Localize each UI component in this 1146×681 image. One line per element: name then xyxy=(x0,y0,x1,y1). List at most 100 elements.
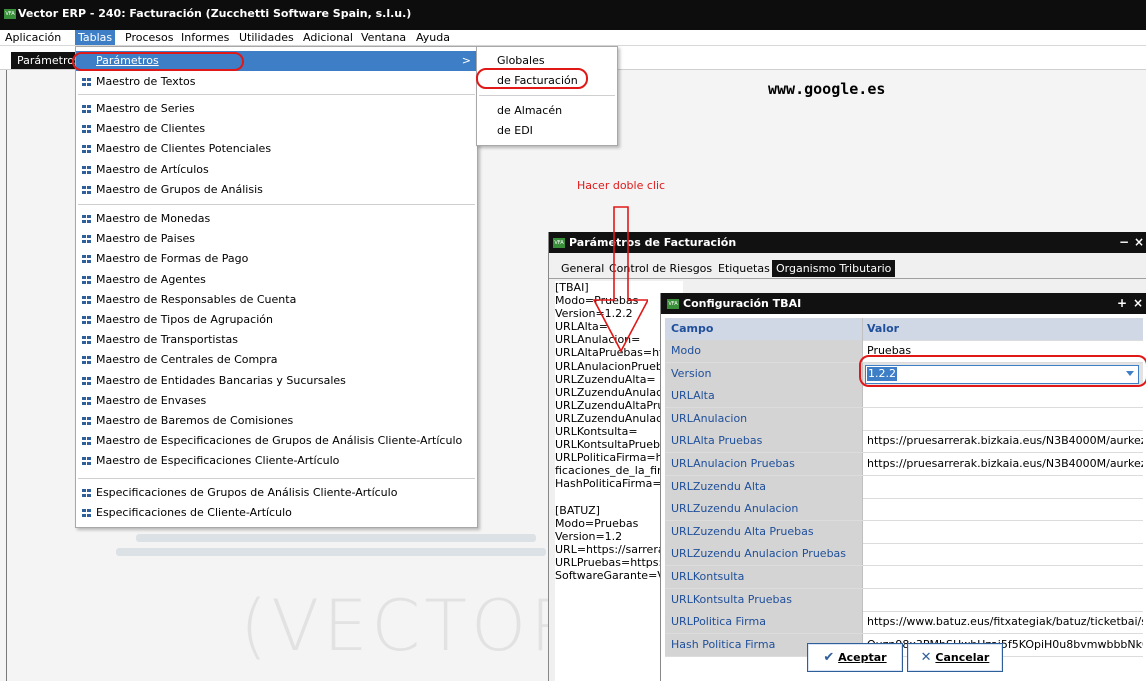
close-icon[interactable]: × xyxy=(1133,296,1143,310)
grid-icon xyxy=(82,145,91,154)
submenu-item-de-edi[interactable]: de EDI xyxy=(477,121,617,141)
menu-adicional[interactable]: Adicional xyxy=(300,30,356,45)
menu-item-maestro-de-especificaciones-cliente-articulo[interactable]: Maestro de Especificaciones Cliente-Artí… xyxy=(76,451,477,471)
accept-button[interactable]: ✔ Aceptar xyxy=(807,643,903,672)
grid-row-urlalta-pruebas[interactable]: URLAlta Pruebas https://pruesarrerak.bizk… xyxy=(665,430,1143,454)
menu-aplicacion[interactable]: Aplicación xyxy=(2,30,64,45)
app-logo-icon: VFA xyxy=(4,9,16,19)
menu-item-maestro-de-agentes[interactable]: Maestro de Agentes xyxy=(76,270,477,290)
valor-cell: Quzn98x3PMbSHwbUzaj5f5KOpiH0u8bvmwbbbNkO… xyxy=(867,637,1143,651)
menu-item-maestro-de-envases[interactable]: Maestro de Envases xyxy=(76,391,477,411)
app-logo-icon: VFA xyxy=(553,238,565,248)
close-icon[interactable]: × xyxy=(1134,235,1144,249)
cancel-button[interactable]: ✕ Cancelar xyxy=(907,643,1003,672)
menu-item-maestro-de-entidades-bancarias-y-sucursales[interactable]: Maestro de Entidades Bancarias y Sucursa… xyxy=(76,371,477,391)
menu-item-maestro-de-tipos-de-agrupacion[interactable]: Maestro de Tipos de Agrupación xyxy=(76,310,477,330)
grid-row-urlkontsulta[interactable]: URLKontsulta xyxy=(665,566,1143,589)
menu-item-maestro-de-formas-de-pago[interactable]: Maestro de Formas de Pago xyxy=(76,249,477,269)
menu-item-label: Maestro de Clientes xyxy=(96,122,206,136)
valor-cell: https://pruesarrerak.bizkaia.eus/N3B4000… xyxy=(867,434,1143,448)
menu-bar: Aplicación Tablas Procesos Informes Util… xyxy=(0,30,1146,46)
menu-item-maestro-de-clientes[interactable]: Maestro de Clientes xyxy=(76,119,477,139)
highlight-parametros xyxy=(72,52,244,71)
valor-cell: https://pruesarrerak.bizkaia.eus/N3B4000… xyxy=(867,457,1143,470)
grid-row-urlzuzendu-anulacion-pruebas[interactable]: URLZuzendu Anulacion Pruebas xyxy=(665,543,1143,567)
minimize-icon[interactable]: − xyxy=(1119,235,1129,249)
grid-icon xyxy=(82,125,91,134)
menu-informes[interactable]: Informes xyxy=(178,30,232,45)
menu-item-especificaciones-de-grupos-de-analisis-cliente-articulo[interactable]: Especificaciones de Grupos de Análisis C… xyxy=(76,483,477,503)
cancel-label: Cancelar xyxy=(935,651,990,664)
grid-row-urlkontsulta-pruebas[interactable]: URLKontsulta Pruebas xyxy=(665,588,1143,612)
menu-item-maestro-de-paises[interactable]: Maestro de Paises xyxy=(76,229,477,249)
valor-cell xyxy=(863,476,1143,498)
valor-cell xyxy=(863,498,1143,520)
menu-item-maestro-de-monedas[interactable]: Maestro de Monedas xyxy=(76,209,477,229)
menu-divider xyxy=(78,94,475,95)
grid-row-urlzuzendu-alta[interactable]: URLZuzendu Alta xyxy=(665,475,1143,499)
grid-icon xyxy=(82,356,91,365)
menu-item-label: Maestro de Centrales de Compra xyxy=(96,353,278,367)
grid-icon xyxy=(82,235,91,244)
menu-item-maestro-de-centrales-de-compra[interactable]: Maestro de Centrales de Compra xyxy=(76,350,477,370)
menu-item-especificaciones-de-cliente-articulo[interactable]: Especificaciones de Cliente-Artículo xyxy=(76,503,477,523)
menu-item-maestro-de-transportistas[interactable]: Maestro de Transportistas xyxy=(76,330,477,350)
menu-item-maestro-de-clientes-potenciales[interactable]: Maestro de Clientes Potenciales xyxy=(76,139,477,159)
menu-ventana[interactable]: Ventana xyxy=(358,30,409,45)
valor-cell: https://www.batuz.eus/fitxategiak/batuz/… xyxy=(867,615,1143,629)
grid-row-urlalta[interactable]: URLAlta xyxy=(665,385,1143,409)
menu-ayuda[interactable]: Ayuda xyxy=(413,30,453,45)
campo-cell: Version xyxy=(665,362,863,385)
menu-item-label: Maestro de Artículos xyxy=(96,162,209,176)
app-title-bar: VFA Vector ERP - 240: Facturación (Zucch… xyxy=(0,0,1146,30)
frame-divider xyxy=(6,70,7,681)
tablas-dropdown-menu: Parámetros > Maestro de Textos Maestro de… xyxy=(75,46,478,528)
grid-icon xyxy=(82,509,91,518)
menu-item-maestro-de-especificaciones-de-grupos-de-analisis-cliente-articulo[interactable]: Maestro de Especificaciones de Grupos de… xyxy=(76,431,477,451)
menu-item-maestro-de-grupos-de-analisis[interactable]: Maestro de Grupos de Análisis xyxy=(76,180,477,200)
menu-divider xyxy=(78,478,475,479)
menu-item-maestro-de-articulos[interactable]: Maestro de Artículos xyxy=(76,160,477,180)
campo-cell: URLKontsulta Pruebas xyxy=(665,588,863,611)
tab-organismo-tributario[interactable]: Organismo Tributario xyxy=(772,260,896,277)
menu-item-maestro-de-textos[interactable]: Maestro de Textos xyxy=(76,72,477,92)
parametros-submenu: Globales de Facturación de Almacén de EDI xyxy=(476,46,618,146)
menu-item-label: Maestro de Grupos de Análisis xyxy=(96,182,263,196)
campo-cell: URLPolitica Firma xyxy=(665,611,863,634)
grid-row-urlzuzendu-alta-pruebas[interactable]: URLZuzendu Alta Pruebas xyxy=(665,520,1143,544)
app-logo-icon: VFA xyxy=(667,299,679,309)
watermark-pattern xyxy=(116,534,546,556)
menu-tablas[interactable]: Tablas xyxy=(75,30,116,45)
maximize-icon[interactable]: + xyxy=(1117,296,1127,310)
banner-url: www.google.es xyxy=(768,80,886,98)
grid-row-urlzuzendu-anulacion[interactable]: URLZuzendu Anulacion xyxy=(665,498,1143,522)
menu-item-maestro-de-baremos-de-comisiones[interactable]: Maestro de Baremos de Comisiones xyxy=(76,411,477,431)
accept-label: Aceptar xyxy=(838,651,887,664)
submenu-item-de-almacen[interactable]: de Almacén xyxy=(477,101,617,121)
tab-etiquetas[interactable]: Etiquetas xyxy=(714,260,774,277)
grid-icon xyxy=(82,275,91,284)
campo-cell: URLZuzendu Anulacion xyxy=(665,498,863,521)
app-title: Vector ERP - 240: Facturación (Zucchetti… xyxy=(18,7,412,20)
grid-icon xyxy=(82,105,91,113)
campo-cell: URLAlta Pruebas xyxy=(665,430,863,453)
menu-item-label: Maestro de Transportistas xyxy=(96,333,238,347)
grid-header-row: Campo Valor xyxy=(665,318,1143,341)
menu-procesos[interactable]: Procesos xyxy=(122,30,176,45)
menu-item-maestro-de-responsables-de-cuenta[interactable]: Maestro de Responsables de Cuenta xyxy=(76,290,477,310)
grid-row-urlanulacion[interactable]: URLAnulacion xyxy=(665,407,1143,431)
header-valor: Valor xyxy=(863,318,1143,340)
campo-cell: Modo xyxy=(665,340,863,362)
grid-icon xyxy=(82,489,91,497)
submenu-item-label: de EDI xyxy=(497,124,533,137)
menu-item-label: Maestro de Especificaciones de Grupos de… xyxy=(96,434,463,448)
menu-item-maestro-de-series[interactable]: Maestro de Series xyxy=(76,99,477,119)
menu-item-label: Maestro de Textos xyxy=(96,75,196,88)
grid-row-hash-politica-firma[interactable]: Hash Politica Firma Quzn98x3PMbSHwbUzaj5f… xyxy=(665,633,1143,657)
grid-row-urlpolitica-firma[interactable]: URLPolitica Firma https://www.batuz.eus/f… xyxy=(665,611,1143,635)
valor-cell xyxy=(863,566,1143,588)
valor-cell xyxy=(863,521,1143,543)
grid-row-urlanulacion-pruebas[interactable]: URLAnulacion Pruebas https://pruesarrerak… xyxy=(665,453,1143,476)
grid-icon xyxy=(82,295,91,304)
menu-utilidades[interactable]: Utilidades xyxy=(236,30,297,45)
